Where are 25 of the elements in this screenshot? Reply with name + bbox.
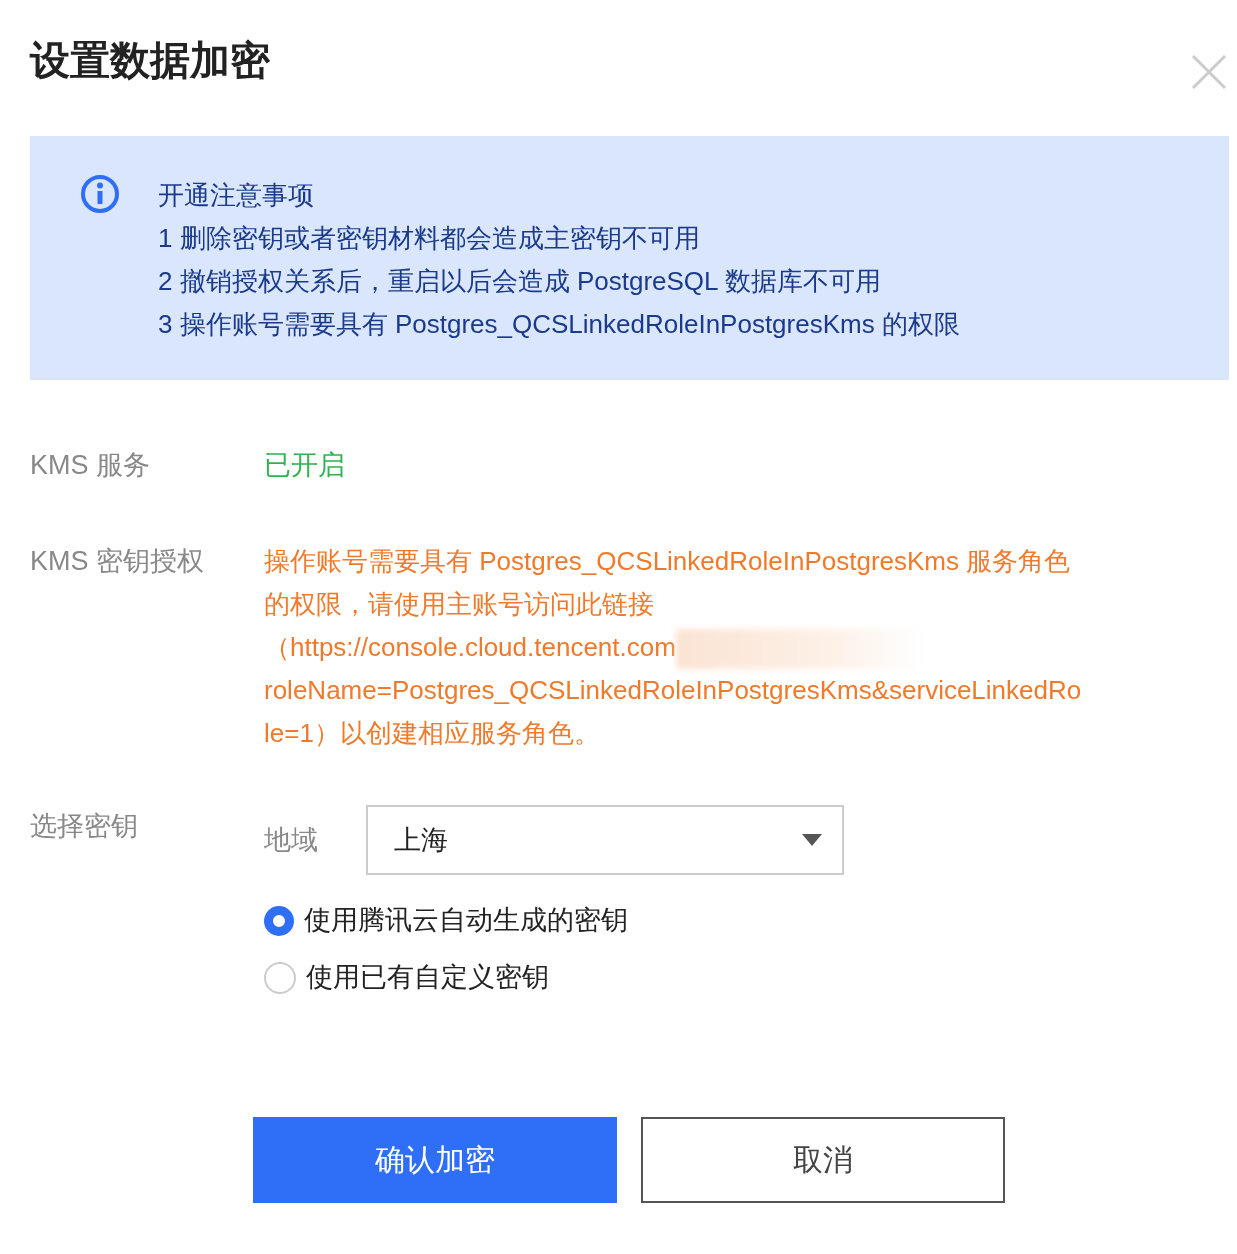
warning-text: 操作账号需要具有 Postgres_QCSLinkedRoleInPostgresKms 服务角色	[264, 546, 1071, 576]
radio-option[interactable]: 使用已有自定义密钥	[264, 956, 844, 1000]
radio-icon[interactable]	[264, 905, 294, 936]
region-select[interactable]: 上海	[366, 805, 844, 876]
close-icon[interactable]	[1189, 52, 1229, 92]
region-label: 地域	[264, 823, 318, 857]
notice-item: 1 删除密钥或者密钥材料都会造成主密钥不可用	[158, 222, 701, 255]
cancel-button[interactable]: 取消	[641, 1117, 1005, 1204]
radio-icon[interactable]	[264, 961, 296, 994]
notice-heading: 开通注意事项	[158, 179, 315, 212]
info-icon	[80, 174, 120, 214]
warning-text: roleName=Postgres_QCSLinkedRoleInPostgresKms&serviceLinkedRo	[264, 675, 1082, 706]
notice-item: 2 撤销授权关系后，重启以后会造成 PostgreSQL 数据库不可用	[158, 265, 882, 298]
status-text: 已开启	[264, 449, 345, 482]
field-label: KMS 密钥授权	[30, 545, 205, 578]
field-label: 选择密钥	[30, 810, 139, 844]
warning-text: （https://console.cloud.tencent.com	[264, 632, 676, 662]
warning-text: le=1）以创建相应服务角色。	[264, 718, 600, 749]
confirm-button[interactable]: 确认加密	[253, 1117, 617, 1204]
warning-text: 的权限，请使用主账号访问此链接	[264, 589, 654, 619]
caret-icon	[802, 834, 822, 847]
notice-item: 3 操作账号需要具有 Postgres_QCSLinkedRoleInPostgresKms 的权限	[158, 308, 960, 341]
dialog-title: 设置数据加密	[30, 37, 270, 84]
radio-option[interactable]: 使用腾讯云自动生成的密钥	[264, 899, 844, 943]
field-label: KMS 服务	[30, 449, 151, 482]
